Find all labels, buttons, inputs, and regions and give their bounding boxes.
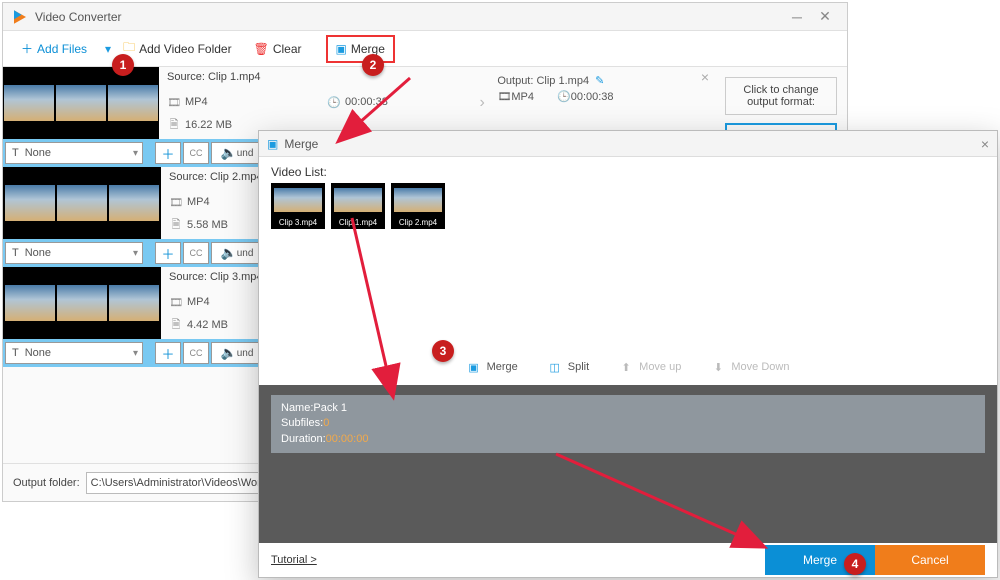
app-logo-icon (11, 8, 29, 26)
thumbnail-strip[interactable] (3, 267, 161, 339)
file-icon: 🗎 (167, 118, 181, 132)
dropdown-caret-icon[interactable]: ▾ (105, 42, 111, 56)
op-moveup-button[interactable]: ⬆Move up (619, 360, 681, 374)
output-meta: × Output: Clip 1.mp4✎ 🎞MP4 🕒00:00:38 (489, 67, 715, 139)
clip-item[interactable]: Clip 3.mp4 (271, 183, 325, 229)
op-merge-button[interactable]: ▣Merge (467, 360, 518, 374)
pack-area: Name:Pack 1 Subfiles:0 Duration:00:00:00 (259, 385, 997, 543)
source-meta: Source: Clip 1.mp4 🎞MP4 🕒00:00:38 🗎16.22… (159, 67, 475, 139)
add-folder-label: Add Video Folder (139, 42, 232, 56)
audio-button[interactable]: 🔈und (211, 242, 263, 264)
subtitle-dropdown[interactable]: TNone▾ (5, 142, 143, 164)
edit-icon[interactable]: ✎ (595, 74, 604, 87)
pack-box[interactable]: Name:Pack 1 Subfiles:0 Duration:00:00:00 (271, 395, 985, 453)
arrow-right-icon: › (475, 67, 489, 139)
add-subtitle-button[interactable]: ＋ (155, 142, 181, 164)
dialog-footer: Tutorial > Merge Cancel (259, 543, 997, 577)
tutorial-link[interactable]: Tutorial > (271, 554, 317, 566)
merge-icon: ▣ (267, 137, 278, 151)
subtitle-dropdown[interactable]: TNone▾ (5, 242, 143, 264)
op-movedown-button[interactable]: ⬇Move Down (711, 360, 789, 374)
dialog-cancel-button[interactable]: Cancel (875, 545, 985, 575)
clock-icon: 🕒 (327, 95, 341, 109)
clock-icon: 🕒 (557, 90, 571, 103)
audio-button[interactable]: 🔈und (211, 342, 263, 364)
plus-icon: ＋ (21, 40, 33, 57)
cc-button[interactable]: CC (183, 242, 209, 264)
op-split-button[interactable]: ◫Split (548, 360, 589, 374)
trash-icon: 🗑 (254, 42, 269, 56)
close-button[interactable]: ✕ (811, 7, 839, 27)
merge-icon: ▣ (336, 42, 347, 56)
dialog-close-button[interactable]: × (981, 136, 989, 152)
clear-label: Clear (273, 42, 302, 56)
clip-item[interactable]: Clip 2.mp4 (391, 183, 445, 229)
clip-item[interactable]: Clip 1.mp4 (331, 183, 385, 229)
film-icon: 🎞 (167, 95, 181, 109)
add-subtitle-button[interactable]: ＋ (155, 342, 181, 364)
cc-button[interactable]: CC (183, 142, 209, 164)
arrow-down-icon: ⬇ (711, 360, 725, 374)
clips-row: Clip 3.mp4 Clip 1.mp4 Clip 2.mp4 (259, 183, 997, 239)
thumbnail-strip[interactable] (3, 67, 159, 139)
merge-icon: ▣ (467, 360, 481, 374)
titlebar: Video Converter ─ ✕ (3, 3, 847, 31)
callout-badge-3: 3 (432, 340, 454, 362)
video-list-label: Video List: (259, 157, 997, 183)
film-icon: 🎞 (497, 90, 511, 103)
callout-badge-1: 1 (112, 54, 134, 76)
output-folder-label: Output folder: (13, 477, 80, 489)
add-files-label: Add Files (37, 42, 87, 56)
source-name: Source: Clip 1.mp4 (167, 71, 467, 89)
dialog-titlebar: ▣ Merge × (259, 131, 997, 157)
arrow-up-icon: ⬆ (619, 360, 633, 374)
subtitle-dropdown[interactable]: TNone▾ (5, 342, 143, 364)
clear-button[interactable]: 🗑 Clear (246, 35, 310, 63)
add-subtitle-button[interactable]: ＋ (155, 242, 181, 264)
operations-row: ▣Merge ◫Split ⬆Move up ⬇Move Down (259, 349, 997, 385)
dialog-title: Merge (284, 137, 318, 151)
add-files-button[interactable]: ＋ Add Files (13, 35, 95, 63)
merge-button[interactable]: ▣ Merge (326, 35, 395, 63)
add-folder-button[interactable]: 🗀 Add Video Folder (115, 35, 240, 63)
remove-item-button[interactable]: × (701, 69, 709, 85)
split-icon: ◫ (548, 360, 562, 374)
callout-badge-4: 4 (844, 553, 866, 575)
change-format-label: Click to change output format: (725, 77, 837, 115)
merge-dialog: ▣ Merge × Video List: Clip 3.mp4 Clip 1.… (258, 130, 998, 578)
callout-badge-2: 2 (362, 54, 384, 76)
merge-label: Merge (351, 42, 385, 56)
minimize-button[interactable]: ─ (783, 7, 811, 27)
app-title: Video Converter (35, 10, 122, 24)
audio-button[interactable]: 🔈und (211, 142, 263, 164)
cc-button[interactable]: CC (183, 342, 209, 364)
thumbnail-strip[interactable] (3, 167, 161, 239)
